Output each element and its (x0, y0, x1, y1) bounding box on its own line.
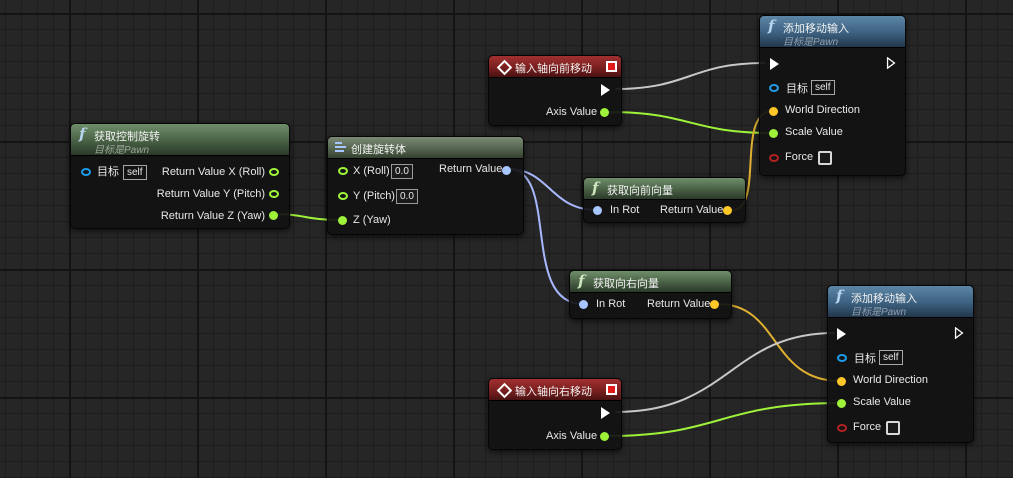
struct-icon (335, 142, 346, 152)
float-pin-icon[interactable] (769, 129, 778, 138)
object-pin-icon[interactable] (81, 168, 91, 176)
return-value-label: Return Value (647, 298, 711, 310)
in-rot-label: In Rot (610, 204, 640, 216)
z-yaw-label: Z (Yaw) (353, 214, 391, 226)
return-value-label: Return Value (439, 163, 503, 175)
in-rot-label: In Rot (596, 298, 626, 310)
input-axis-forward-node[interactable]: 输入轴向前移动 Axis Value (488, 55, 622, 126)
node-header[interactable]: f 添加移动输入 目标是Pawn (828, 286, 973, 318)
vector-pin-icon[interactable] (710, 300, 719, 309)
float-pin-icon[interactable] (600, 108, 609, 117)
get-forward-vector-node[interactable]: f 获取向前向量 In Rot Return Value (583, 177, 746, 223)
float-pin-icon[interactable] (269, 168, 279, 176)
rotator-pin-icon[interactable] (502, 166, 511, 175)
function-icon: f (836, 287, 843, 305)
x-roll-input[interactable]: 0.0 (391, 164, 413, 179)
world-direction-label: World Direction (853, 374, 928, 386)
output-delegate-icon[interactable] (606, 61, 617, 72)
exec-out-pin[interactable] (601, 407, 610, 419)
force-checkbox[interactable] (886, 421, 900, 435)
function-icon: f (79, 125, 86, 143)
output-delegate-icon[interactable] (606, 384, 617, 395)
wire-float-forward-axis (607, 111, 774, 134)
return-value-label: Return Value (660, 204, 724, 216)
float-pin-icon[interactable] (269, 190, 279, 198)
node-title: 获取向右向量 (593, 278, 659, 290)
node-title: 输入轴向右移动 (515, 386, 592, 398)
event-diamond-icon (496, 59, 513, 76)
vector-pin-icon[interactable] (769, 107, 778, 116)
object-pin-icon[interactable] (769, 84, 779, 92)
exec-in-pin[interactable] (770, 58, 779, 70)
x-roll-label: X (Roll) (353, 165, 390, 177)
target-self-box[interactable]: self (879, 350, 903, 365)
node-header[interactable]: 输入轴向右移动 (489, 379, 621, 401)
float-pin-icon[interactable] (837, 399, 846, 408)
node-header[interactable]: 输入轴向前移动 (489, 56, 621, 78)
float-pin-icon[interactable] (269, 211, 278, 220)
function-icon: f (592, 179, 599, 197)
scale-value-label: Scale Value (853, 396, 911, 408)
node-header[interactable]: f 获取控制旋转 目标是Pawn (71, 124, 289, 156)
node-title: 输入轴向前移动 (515, 63, 592, 75)
node-subtitle: 目标是Pawn (851, 307, 907, 318)
function-icon: f (768, 17, 775, 35)
axis-value-label: Axis Value (546, 106, 598, 118)
float-pin-icon[interactable] (338, 192, 348, 200)
wire-exec-forward (614, 62, 766, 90)
make-rotator-node[interactable]: 创建旋转体 X (Roll) 0.0 Return Value Y (Pitch… (327, 136, 524, 235)
wire-float-right-axis (607, 402, 842, 437)
wire-exec-right (614, 332, 836, 413)
return-x-row: Return Value X (Roll) (162, 164, 265, 180)
return-z-label: Return Value Z (Yaw) (160, 210, 265, 222)
force-label: Force (853, 421, 882, 433)
bool-pin-icon[interactable] (769, 154, 779, 162)
exec-out-pin[interactable] (954, 327, 964, 339)
return-y-label: Return Value Y (Pitch) (156, 188, 265, 200)
node-title: 获取向前向量 (607, 185, 673, 197)
function-icon: f (578, 272, 585, 290)
return-z-row: Return Value Z (Yaw) (161, 208, 265, 224)
scale-value-label: Scale Value (785, 126, 843, 138)
return-x-label: Return Value X (Roll) (161, 166, 265, 178)
wire-vector-right (717, 303, 841, 382)
target-label: 目标 (97, 166, 119, 178)
y-pitch-label: Y (Pitch) (353, 190, 395, 202)
rotator-pin-icon[interactable] (593, 206, 602, 215)
vector-pin-icon[interactable] (723, 206, 732, 215)
float-pin-icon[interactable] (338, 167, 348, 175)
object-pin-icon[interactable] (837, 354, 847, 362)
input-axis-right-node[interactable]: 输入轴向右移动 Axis Value (488, 378, 622, 450)
node-header[interactable]: 创建旋转体 (328, 137, 523, 159)
exec-out-pin[interactable] (601, 84, 610, 96)
target-self-box[interactable]: self (123, 165, 147, 180)
add-movement-input-node-2[interactable]: f 添加移动输入 目标是Pawn 目标 self World Direction… (827, 285, 974, 443)
bool-pin-icon[interactable] (837, 424, 847, 432)
target-label: 目标 (786, 83, 808, 95)
rotator-pin-icon[interactable] (579, 300, 588, 309)
exec-out-pin[interactable] (886, 57, 896, 69)
node-title: 创建旋转体 (351, 144, 406, 156)
world-direction-label: World Direction (785, 104, 860, 116)
node-subtitle: 目标是Pawn (783, 37, 839, 48)
exec-in-pin[interactable] (837, 328, 846, 340)
target-self-box[interactable]: self (811, 80, 835, 95)
event-diamond-icon (496, 382, 513, 399)
node-header[interactable]: f 获取向前向量 (584, 178, 745, 200)
node-subtitle: 目标是Pawn (94, 145, 150, 156)
target-label: 目标 (854, 353, 876, 365)
return-y-row: Return Value Y (Pitch) (157, 186, 265, 202)
force-checkbox[interactable] (818, 151, 832, 165)
get-right-vector-node[interactable]: f 获取向右向量 In Rot Return Value (569, 270, 732, 319)
node-header[interactable]: f 添加移动输入 目标是Pawn (760, 16, 905, 48)
get-control-rotation-node[interactable]: f 获取控制旋转 目标是Pawn 目标 self Return Value X … (70, 123, 290, 229)
node-header[interactable]: f 获取向右向量 (570, 271, 731, 293)
axis-value-label: Axis Value (546, 430, 598, 442)
vector-pin-icon[interactable] (837, 377, 846, 386)
add-movement-input-node-1[interactable]: f 添加移动输入 目标是Pawn 目标 self World Direction… (759, 15, 906, 176)
float-pin-icon[interactable] (338, 216, 347, 225)
force-label: Force (785, 151, 814, 163)
y-pitch-input[interactable]: 0.0 (396, 189, 418, 204)
float-pin-icon[interactable] (600, 432, 609, 441)
